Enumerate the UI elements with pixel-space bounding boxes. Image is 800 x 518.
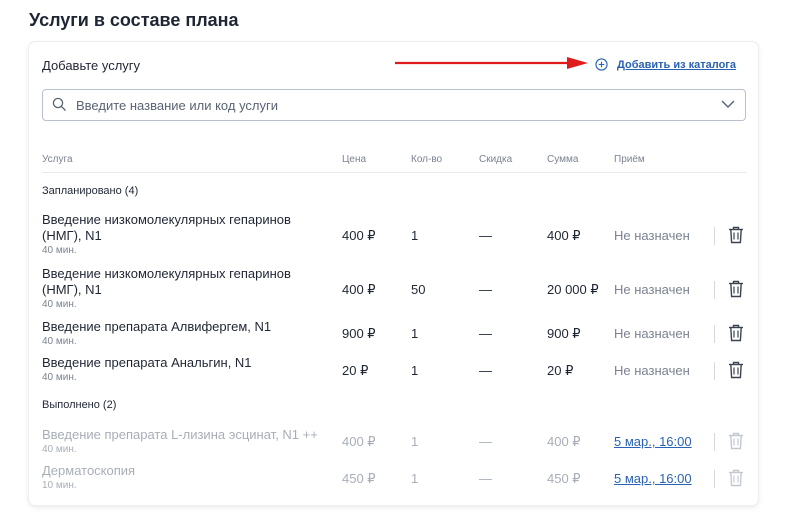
service-duration: 10 мин. — [42, 480, 77, 491]
service-duration: 40 мин. — [42, 372, 77, 383]
row-divider — [714, 281, 715, 299]
trash-icon[interactable] — [728, 361, 744, 379]
appointment-status: Не назначен — [614, 228, 690, 243]
sum-cell: 900 ₽ — [547, 326, 581, 341]
services-card: Добавьте услугу Добавить из каталога Усл… — [29, 42, 758, 505]
service-search-select[interactable] — [42, 89, 746, 121]
service-duration: 40 мин. — [42, 444, 77, 455]
column-header-appointment: Приём — [614, 154, 645, 165]
discount-cell: — — [479, 363, 492, 378]
column-header-service: Услуга — [42, 154, 73, 165]
service-name: Введение препарата L-лизина эсцинат, N1 … — [42, 427, 318, 442]
price-cell: 400 ₽ — [342, 434, 376, 449]
price-cell: 20 ₽ — [342, 363, 369, 378]
service-name: Введение низкомолекулярных гепаринов (НМ… — [42, 266, 291, 297]
price-cell: 400 ₽ — [342, 228, 376, 243]
qty-cell: 1 — [411, 228, 419, 243]
column-header-price: Цена — [342, 154, 367, 165]
add-service-label: Добавьте услугу — [42, 58, 141, 73]
price-cell: 400 ₽ — [342, 282, 376, 297]
trash-icon[interactable] — [728, 226, 744, 244]
header-divider — [42, 172, 746, 173]
sum-cell: 400 ₽ — [547, 434, 581, 449]
appointment-link[interactable]: 5 мар., 16:00 — [614, 434, 692, 449]
row-divider — [714, 433, 715, 451]
page-title: Услуги в составе плана — [29, 10, 239, 30]
plus-circle-icon — [595, 58, 608, 71]
qty-cell: 1 — [411, 363, 419, 378]
group-label-done: Выполнено (2) — [42, 399, 117, 411]
discount-cell: — — [479, 282, 492, 297]
row-divider — [714, 325, 715, 343]
service-duration: 40 мин. — [42, 245, 77, 256]
column-header-discount: Скидка — [479, 154, 513, 165]
service-name: Введение препарата Алвифергем, N1 — [42, 319, 272, 334]
discount-cell: — — [479, 326, 492, 341]
appointment-status: Не назначен — [614, 326, 690, 341]
service-name: Дерматоскопия — [42, 463, 136, 478]
group-label-planned: Запланировано (4) — [42, 185, 139, 197]
service-duration: 40 мин. — [42, 299, 77, 310]
sum-cell: 400 ₽ — [547, 228, 581, 243]
trash-icon — [729, 432, 743, 450]
search-icon — [52, 97, 66, 111]
chevron-down-icon[interactable] — [721, 99, 735, 109]
sum-cell: 450 ₽ — [547, 471, 581, 486]
column-header-sum: Сумма — [547, 154, 579, 165]
qty-cell: 1 — [411, 326, 419, 341]
qty-cell: 1 — [411, 434, 419, 449]
trash-icon[interactable] — [728, 280, 744, 298]
qty-cell: 1 — [411, 471, 419, 486]
row-divider — [714, 362, 715, 380]
appointment-status: Не назначен — [614, 363, 690, 378]
trash-icon[interactable] — [728, 324, 744, 342]
column-header-qty: Кол-во — [411, 154, 443, 165]
red-arrow-annotation — [395, 57, 588, 69]
price-cell: 900 ₽ — [342, 326, 376, 341]
sum-cell: 20 ₽ — [547, 363, 574, 378]
appointment-link[interactable]: 5 мар., 16:00 — [614, 471, 692, 486]
add-from-catalog-label: Добавить из каталога — [617, 58, 737, 71]
discount-cell: — — [479, 228, 492, 243]
discount-cell: — — [479, 434, 492, 449]
service-search-input[interactable] — [76, 95, 676, 115]
discount-cell: — — [479, 471, 492, 486]
row-divider — [714, 470, 715, 488]
trash-icon — [729, 469, 743, 487]
sum-cell: 20 000 ₽ — [547, 282, 599, 297]
service-name: Введение низкомолекулярных гепаринов (НМ… — [42, 212, 291, 243]
price-cell: 450 ₽ — [342, 471, 376, 486]
service-name: Введение препарата Анальгин, N1 — [42, 355, 252, 370]
add-from-catalog-link[interactable]: Добавить из каталога — [595, 58, 736, 71]
service-duration: 40 мин. — [42, 336, 77, 347]
qty-cell: 50 — [411, 282, 426, 297]
row-divider — [714, 227, 715, 245]
appointment-status: Не назначен — [614, 282, 690, 297]
